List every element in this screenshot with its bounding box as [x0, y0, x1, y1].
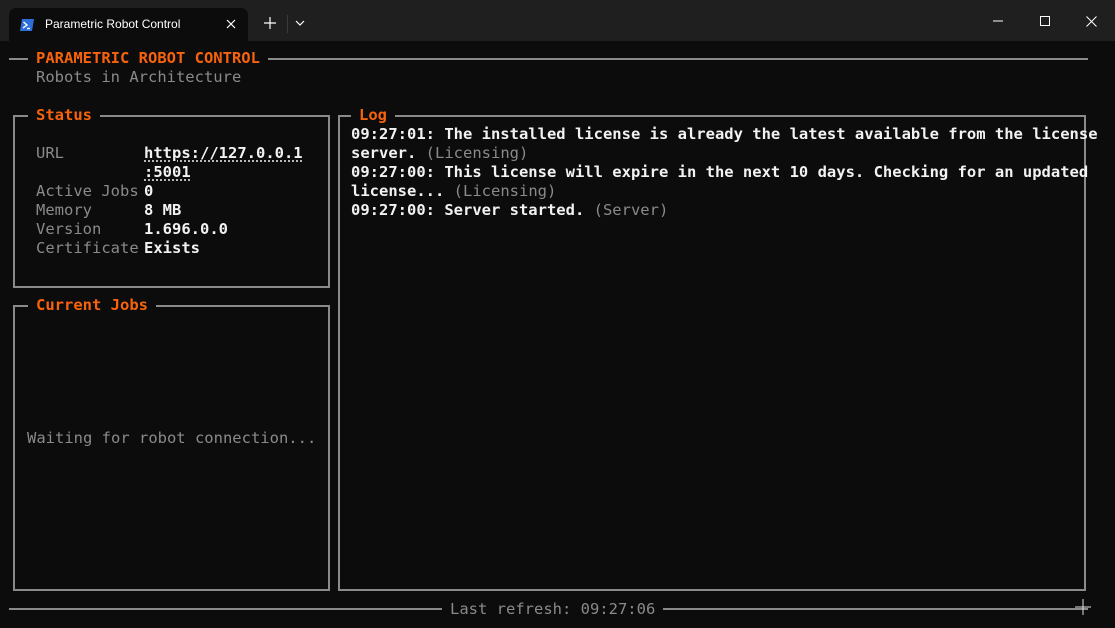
chevron-down-icon	[295, 20, 305, 26]
close-icon	[1085, 15, 1097, 27]
tab-parametric-robot-control[interactable]: Parametric Robot Control	[9, 8, 248, 41]
status-legend: Status	[28, 106, 100, 125]
memory-label: Memory	[36, 201, 92, 219]
version-value: 1.696.0.0	[144, 220, 228, 238]
minimize-button[interactable]	[975, 6, 1021, 36]
crosshair-cursor-icon	[1075, 599, 1091, 615]
plus-icon	[264, 17, 276, 29]
log-line: server. (Licensing)	[351, 144, 528, 163]
current-jobs-panel	[13, 305, 330, 591]
active-jobs-value: 0	[144, 182, 154, 200]
toolbar-divider	[287, 15, 288, 33]
close-tab-icon[interactable]	[221, 14, 241, 34]
title-bar: Parametric Robot Control	[0, 0, 1115, 41]
version-label: Version	[36, 220, 102, 238]
memory-value: 8 MB	[144, 201, 182, 219]
active-jobs-label: Active Jobs	[36, 182, 139, 200]
new-tab-button[interactable]	[259, 12, 281, 34]
log-line: 09:27:00: Server started. (Server)	[351, 201, 668, 220]
last-refresh-status: Last refresh: 09:27:06	[442, 600, 664, 619]
log-message: server.	[351, 144, 417, 162]
log-message: 09:27:01: The installed license is alrea…	[351, 125, 1098, 143]
url-link-line1[interactable]: https://127.0.0.1	[144, 144, 303, 163]
log-message: 09:27:00: Server started.	[351, 201, 585, 219]
current-jobs-legend: Current Jobs	[28, 296, 156, 315]
close-window-button[interactable]	[1068, 6, 1114, 36]
url-link-line2[interactable]: :5001	[144, 163, 191, 182]
log-source-tag: (Licensing)	[453, 182, 557, 200]
log-line: 09:27:00: This license will expire in th…	[351, 163, 1088, 182]
url-label: URL	[36, 144, 64, 162]
app-subtitle: Robots in Architecture	[36, 68, 242, 86]
waiting-message: Waiting for robot connection...	[27, 429, 317, 447]
log-message: license...	[351, 182, 445, 200]
tab-dropdown-button[interactable]	[289, 12, 311, 34]
certificate-label: Certificate	[36, 239, 139, 257]
log-line: 09:27:01: The installed license is alrea…	[351, 125, 1098, 144]
minimize-icon	[993, 20, 1003, 22]
certificate-value: Exists	[144, 239, 200, 257]
log-line: license... (Licensing)	[351, 182, 556, 201]
log-source-tag: (Licensing)	[425, 144, 529, 162]
log-source-tag: (Server)	[593, 201, 669, 219]
terminal-content[interactable]: PARAMETRIC ROBOT CONTROL Robots in Archi…	[0, 41, 1115, 628]
terminal-window: Parametric Robot Control PARAMETRIC ROBO…	[0, 0, 1115, 628]
app-title: PARAMETRIC ROBOT CONTROL	[28, 49, 268, 68]
maximize-button[interactable]	[1022, 6, 1068, 36]
powershell-icon	[19, 17, 35, 31]
log-legend: Log	[351, 106, 395, 125]
tab-title: Parametric Robot Control	[45, 17, 181, 31]
log-message: 09:27:00: This license will expire in th…	[351, 163, 1089, 181]
maximize-icon	[1040, 16, 1050, 26]
